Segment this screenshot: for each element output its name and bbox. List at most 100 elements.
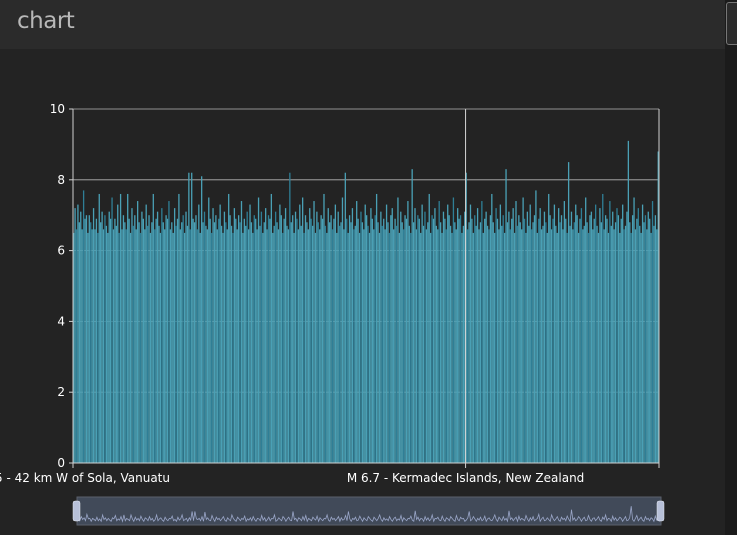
bar[interactable] (476, 208, 479, 463)
bar[interactable] (619, 232, 621, 463)
bar[interactable] (515, 201, 517, 464)
bar[interactable] (101, 211, 103, 463)
bar[interactable] (395, 225, 398, 463)
bar[interactable] (585, 197, 587, 464)
bar[interactable] (452, 197, 455, 464)
bar[interactable] (193, 222, 196, 463)
bar[interactable] (222, 232, 224, 463)
bar[interactable] (90, 222, 92, 463)
bar[interactable] (415, 229, 418, 463)
bar[interactable] (576, 215, 578, 463)
bar[interactable] (256, 229, 258, 463)
bar[interactable] (434, 208, 436, 463)
bar[interactable] (402, 229, 405, 463)
bar[interactable] (529, 204, 531, 463)
bar[interactable] (377, 222, 379, 463)
bar[interactable] (283, 218, 285, 463)
bar[interactable] (119, 193, 122, 463)
bar[interactable] (492, 222, 494, 463)
bar[interactable] (277, 229, 280, 463)
bar[interactable] (179, 229, 181, 463)
bar[interactable] (329, 222, 331, 463)
bar[interactable] (422, 225, 425, 463)
bar[interactable] (604, 215, 607, 463)
bar[interactable] (338, 225, 341, 463)
bar-series[interactable] (73, 140, 659, 464)
bar[interactable] (208, 197, 210, 464)
bar[interactable] (482, 232, 484, 463)
bar[interactable] (364, 204, 366, 463)
bar[interactable] (232, 232, 234, 463)
bar[interactable] (108, 211, 110, 463)
bar[interactable] (501, 225, 503, 463)
bar[interactable] (122, 215, 125, 463)
bar[interactable] (516, 225, 519, 463)
bar[interactable] (176, 218, 179, 463)
bar[interactable] (521, 229, 523, 463)
bar[interactable] (333, 218, 335, 463)
bar[interactable] (545, 222, 547, 463)
bar[interactable] (390, 215, 392, 463)
bar[interactable] (442, 211, 445, 463)
slider-window[interactable] (76, 496, 662, 526)
bar[interactable] (637, 208, 639, 463)
bar[interactable] (317, 222, 319, 463)
bar[interactable] (558, 208, 560, 463)
bar[interactable] (532, 222, 534, 463)
bar[interactable] (265, 208, 267, 463)
bar[interactable] (245, 225, 247, 463)
bar[interactable] (294, 211, 297, 463)
bar[interactable] (412, 222, 415, 463)
bar[interactable] (556, 232, 558, 463)
bar[interactable] (74, 208, 76, 463)
bar[interactable] (158, 225, 160, 463)
bar[interactable] (228, 193, 230, 463)
bar[interactable] (360, 211, 362, 463)
bar[interactable] (612, 211, 614, 463)
bar[interactable] (257, 197, 260, 464)
bar[interactable] (124, 222, 126, 463)
bar[interactable] (401, 222, 403, 463)
bar[interactable] (495, 208, 497, 463)
bar[interactable] (445, 229, 447, 463)
bar[interactable] (293, 232, 295, 463)
bar[interactable] (457, 208, 459, 463)
bar[interactable] (137, 201, 139, 464)
bar[interactable] (219, 204, 221, 463)
bar[interactable] (139, 232, 142, 463)
bar[interactable] (579, 218, 581, 463)
bar[interactable] (252, 232, 254, 463)
bar[interactable] (321, 218, 324, 463)
bar[interactable] (247, 229, 250, 463)
bar[interactable] (80, 211, 82, 463)
slider-handle-left[interactable] (72, 500, 81, 522)
bar[interactable] (462, 225, 465, 463)
bar[interactable] (375, 193, 378, 463)
bar[interactable] (627, 140, 630, 464)
bar[interactable] (512, 208, 514, 463)
bar[interactable] (431, 215, 433, 463)
bar[interactable] (538, 218, 540, 463)
bar[interactable] (151, 222, 153, 463)
bar[interactable] (622, 204, 624, 463)
bar[interactable] (348, 215, 351, 463)
bar[interactable] (475, 225, 477, 463)
bar[interactable] (135, 229, 137, 463)
bar[interactable] (451, 232, 453, 463)
bar[interactable] (215, 215, 217, 463)
bar[interactable] (213, 222, 216, 463)
bar[interactable] (548, 193, 550, 463)
bar[interactable] (166, 218, 169, 463)
bar[interactable] (343, 229, 345, 463)
bar[interactable] (650, 232, 652, 463)
bar[interactable] (563, 201, 566, 464)
bar[interactable] (528, 225, 530, 463)
bar[interactable] (274, 211, 277, 463)
bar[interactable] (478, 229, 480, 463)
bar[interactable] (306, 222, 308, 463)
bar[interactable] (397, 197, 399, 464)
bar[interactable] (536, 232, 538, 463)
bar[interactable] (334, 204, 337, 463)
bar[interactable] (112, 229, 115, 463)
bar[interactable] (404, 215, 406, 463)
